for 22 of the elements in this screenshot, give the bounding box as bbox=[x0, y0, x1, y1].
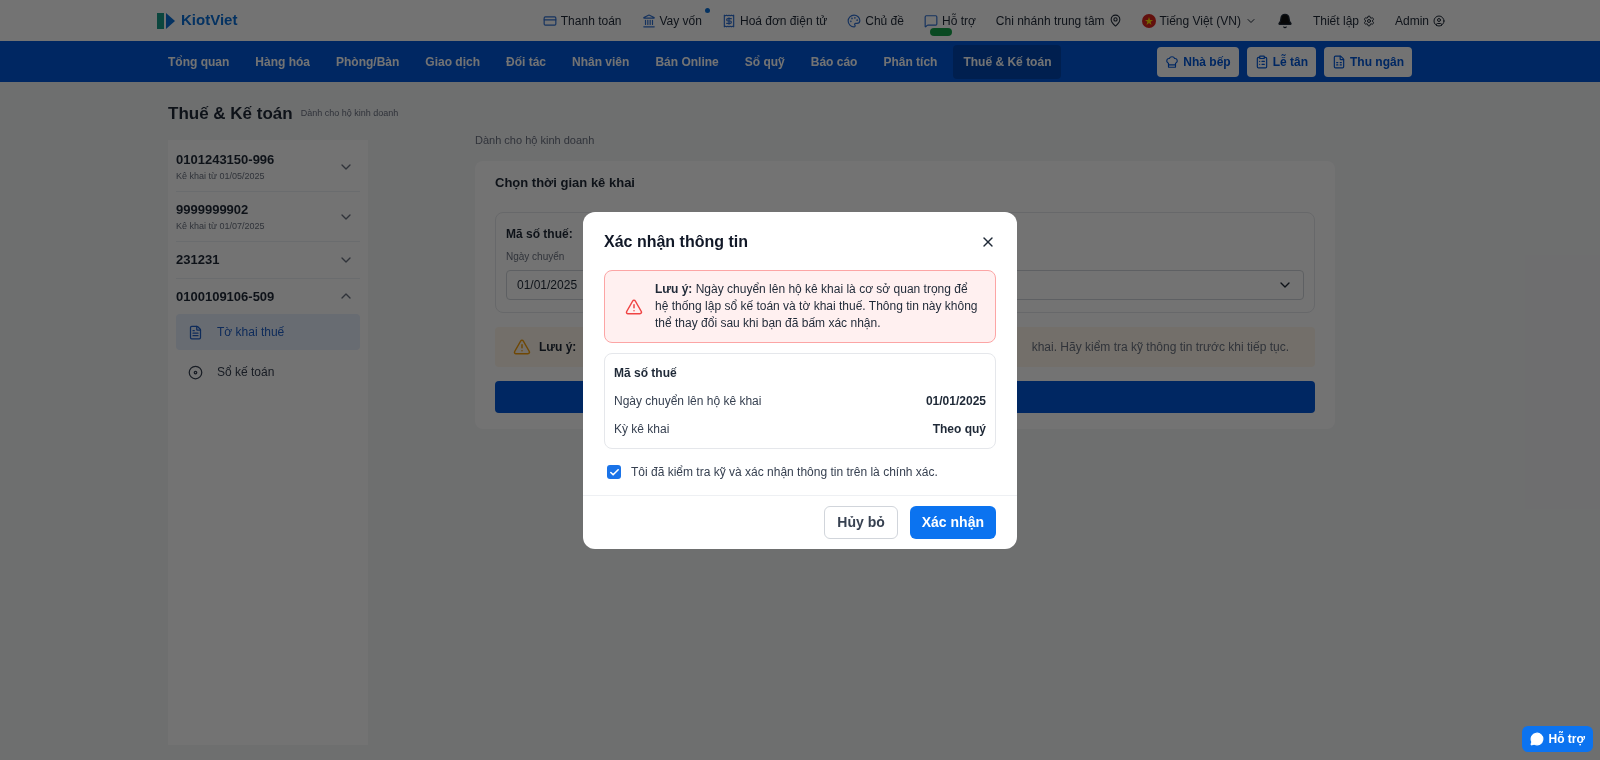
alert-text: Lưu ý: Ngày chuyển lên hộ kê khai là cơ sở quan trọng để hệ thống lập sổ kế toán và tờ khai thuế. Thông tin này không thể thay đổi sau khi bạn đã bấm xác nhận. bbox=[655, 281, 979, 332]
account-code: 9999999902 bbox=[176, 201, 250, 219]
confirm-label: Tôi đã kiểm tra kỹ và xác nhận thông tin trên là chính xác. bbox=[631, 464, 938, 481]
account-code: 231231 bbox=[176, 251, 220, 269]
info-label: Ngày chuyển lên hộ kê khai bbox=[614, 393, 762, 410]
logo-text: KiotViet bbox=[181, 10, 238, 31]
tax-label: Mã số thuế: bbox=[506, 226, 573, 243]
date-label: Ngày chuyển bbox=[506, 250, 565, 264]
account-code: 0101243150-996 bbox=[176, 151, 275, 169]
card-title: Chọn thời gian kê khai bbox=[495, 173, 635, 192]
account-subtitle: Kê khai từ 01/07/2025 bbox=[176, 219, 265, 233]
info-value: Theo quý bbox=[932, 421, 986, 438]
warning-label: Lưu ý: bbox=[539, 339, 577, 356]
info-value: 01/01/2025 bbox=[925, 393, 986, 410]
caption: Dành cho hộ kinh doanh bbox=[475, 133, 595, 148]
account-subtitle: Kê khai từ 01/05/2025 bbox=[176, 169, 266, 183]
info-label: Kỳ kê khai bbox=[614, 421, 670, 438]
account-code: 0100109106-509 bbox=[176, 287, 275, 306]
dialog-title: Xác nhận thông tin bbox=[604, 232, 748, 252]
warning-text: khai. Hãy kiểm tra kỹ thông tin trước khi tiếp tục. bbox=[1031, 339, 1289, 356]
page-title: Thuế & Kế toán bbox=[168, 103, 293, 126]
info-title: Mã số thuế bbox=[614, 365, 678, 382]
